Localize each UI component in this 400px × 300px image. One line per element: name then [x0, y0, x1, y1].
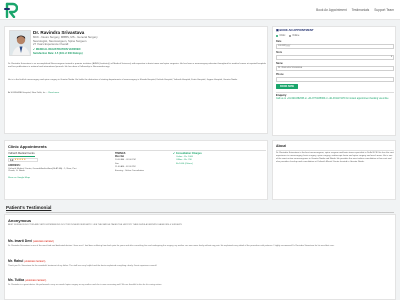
online-radio[interactable]	[288, 34, 291, 37]
reviewer-name-text: Mr. Rahul	[8, 259, 24, 263]
about-text: Dr. Ravindra Srivastava is the best neur…	[276, 151, 394, 164]
brand-logo[interactable]	[4, 2, 18, 18]
name-input[interactable]: Dr. Ravindra Srivastava	[276, 66, 394, 71]
reviewer-name-text: Ms. Imarti Devi	[8, 239, 32, 243]
check-circle-icon: ✔	[173, 152, 176, 155]
nav-link-support[interactable]: Support Team	[374, 8, 394, 12]
testimonial-text: Dr. Ravindra Srivastava is one of the mo…	[8, 244, 335, 247]
online-option-label: Online	[292, 34, 300, 37]
rating-value: 4.9	[10, 158, 14, 162]
testimonial-text: Dr. Ravindra is a great doctor. He perfo…	[8, 283, 162, 286]
date-input[interactable]: mm/dd/yyyy	[276, 44, 394, 49]
doctor-bio-1: Dr. Ravindra Srivastava is an accomplish…	[8, 63, 267, 69]
about-card: About Dr. Ravindra Srivastava is the bes…	[272, 140, 396, 200]
verified-patient-badge: (VERIFIED PATIENT)	[24, 261, 46, 263]
fee-online: Online - Rs. 1000	[176, 155, 194, 158]
check-circle-icon: ✔	[33, 47, 36, 51]
timings-evening: Evening - Online Consultation	[115, 169, 144, 172]
chevron-down-icon: ▾	[390, 56, 392, 59]
date-label: Date	[276, 40, 282, 43]
testimonial-text: Thank you Dr. Srivastava for the wonderf…	[8, 264, 158, 267]
testimonial-anonymous: Anonymous BEST SURGEON DOCTOR AND VERY E…	[4, 214, 396, 300]
nav-link-book[interactable]: Book An Appointment	[316, 8, 346, 12]
clinic-section-title: Clinic Appointments	[8, 144, 47, 149]
doctor-experience: 27 Years Experience Overall	[33, 42, 69, 46]
reviewer-name: Mr. Rahul (VERIFIED PATIENT)	[8, 259, 45, 264]
name-label: Name	[276, 62, 283, 65]
slots-label: Slots	[276, 51, 283, 54]
verified-patient-badge: (VERIFIED PATIENT)	[32, 241, 55, 243]
testimonial-text: BEST SURGEON DOCTOR AND VERY EXPERIENCED…	[8, 224, 183, 226]
doctor-profile-card: Dr. Ravindra Srivastava MCh - Neuro Surg…	[4, 26, 268, 134]
top-navbar: Book An Appointment Testimonials Support…	[0, 0, 400, 20]
fee-others: Rs.1000 (Others)	[176, 162, 193, 165]
reviewer-name: Ms. Imarti Devi (VERIFIED PATIENT)	[8, 239, 54, 244]
clinic-appointments-card: Clinic Appointments Yatharth Medical Cen…	[4, 140, 268, 200]
enquiry-title: Enquiry	[276, 93, 287, 97]
clinic-address: Yatharth Medical Centre, Ground Auxilia …	[8, 167, 77, 173]
doctor-bio-3-text: At SUNSHINE Hospital, New Delhi, he ...	[8, 92, 49, 94]
fee-offline: Offline - Rs. 700	[176, 159, 192, 161]
clinic-radio[interactable]	[276, 34, 278, 37]
reviewer-name: Ms. Tulika (VERIFIED PATIENT)	[8, 278, 46, 283]
verified-badge: ✔ Medical Registration Verified	[33, 48, 81, 51]
reviewer-name-text: Ms. Tulika	[8, 278, 25, 282]
enquiry-text[interactable]: Call us on +91-9910382666 or +91-8774035…	[276, 98, 394, 101]
slots-select[interactable]: ▾	[276, 55, 394, 60]
testimonials-title: Patient's Testimonial	[6, 205, 52, 210]
booking-title-text: BOOK AN APPOINTMENT	[279, 28, 314, 32]
verified-patient-badge: (VERIFIED PATIENT)	[25, 280, 47, 282]
nav-link-testimonials[interactable]: Testimonials	[352, 8, 370, 12]
doctor-bio-2: He is in the field of neurosurgery and s…	[8, 79, 238, 81]
read-more-link[interactable]: Read more	[48, 92, 59, 94]
satisfaction-rate: Satisfaction Rate: 4.5 (331 of 330 Ratin…	[33, 51, 83, 55]
mode-toggle: Clinic Online	[276, 34, 299, 37]
tab-yatharth-medical-centre[interactable]: Yatharth Medical Centre	[8, 152, 35, 157]
star-rating-icon: ★★★★★	[14, 158, 26, 162]
rating-widget: 4.9 ★★★★★	[8, 158, 38, 162]
timings-sunday-hours: 11:00 AM - 02:00 PM	[115, 166, 136, 168]
phone-input[interactable]	[276, 77, 394, 82]
phone-label: Phone	[276, 73, 284, 76]
about-title: About	[276, 144, 286, 148]
timings-weekday-hours: 10:00 AM - 02:00 PM	[115, 159, 136, 161]
doctor-photo	[9, 30, 31, 56]
reviewer-name: Anonymous	[8, 218, 32, 223]
doctor-bio-3: At SUNSHINE Hospital, New Delhi, he ... …	[8, 92, 268, 95]
nav-links: Book An Appointment Testimonials Support…	[316, 8, 394, 12]
book-now-button[interactable]: BOOK NOW	[276, 84, 298, 89]
verified-label: Medical Registration Verified	[35, 47, 81, 51]
timings-days: Mon-Sat	[115, 155, 125, 158]
google-maps-link[interactable]: Show on Google Maps	[8, 177, 30, 180]
clinic-option-label: Clinic	[279, 34, 286, 37]
booking-title: ▣ BOOK AN APPOINTMENT	[276, 28, 314, 32]
timings-sunday: Sun	[115, 162, 119, 165]
booking-panel: ▣ BOOK AN APPOINTMENT Clinic Online Date…	[272, 26, 396, 136]
